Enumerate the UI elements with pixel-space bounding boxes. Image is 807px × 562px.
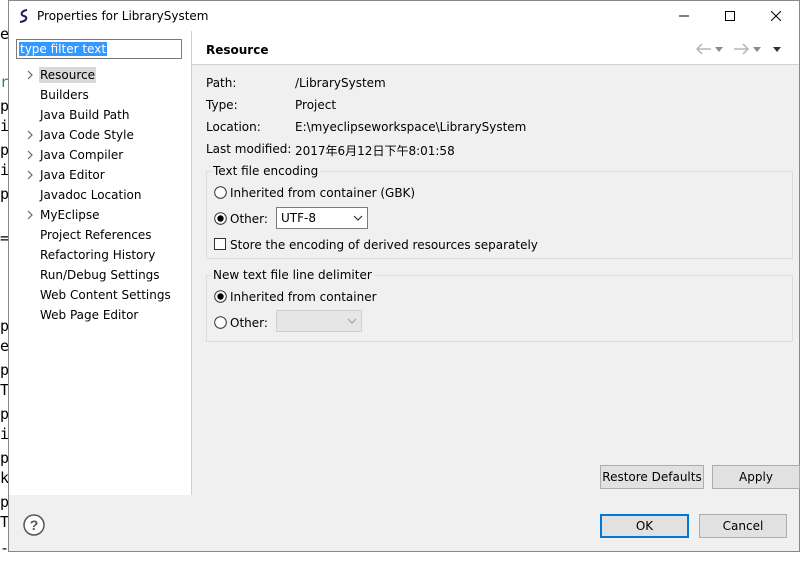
- text-file-encoding-title: Text file encoding: [211, 164, 321, 178]
- maximize-icon: [725, 11, 735, 21]
- forward-arrow-icon[interactable]: [733, 43, 749, 55]
- location-value: E:\myeclipseworkspace\LibrarySystem: [295, 120, 527, 134]
- app-logo-icon: [16, 8, 32, 24]
- close-button[interactable]: [753, 1, 799, 31]
- header-divider: [192, 64, 799, 65]
- filter-text: type filter text: [19, 42, 108, 56]
- minimize-icon: [679, 15, 689, 17]
- maximize-button[interactable]: [707, 1, 753, 31]
- cancel-button[interactable]: Cancel: [699, 514, 787, 538]
- tree-item-label: Java Editor: [40, 168, 105, 182]
- tree-item-label: Web Page Editor: [40, 308, 139, 322]
- type-value: Project: [295, 98, 337, 112]
- chevron-down-icon: [347, 318, 357, 324]
- minimize-button[interactable]: [661, 1, 707, 31]
- ok-button[interactable]: OK: [600, 514, 689, 538]
- back-menu-chevron-icon[interactable]: [714, 43, 724, 55]
- last-modified-label: Last modified:: [206, 142, 292, 156]
- tree-item[interactable]: Java Build Path: [9, 105, 191, 125]
- chevron-right-icon[interactable]: [25, 210, 35, 220]
- delimiter-other-radio[interactable]: [214, 316, 227, 329]
- path-value: /LibrarySystem: [295, 76, 386, 90]
- tree-item-label: Web Content Settings: [40, 288, 171, 302]
- path-label: Path:: [206, 76, 237, 90]
- delimiter-other-label[interactable]: Other:: [230, 316, 268, 330]
- screen: e r p i p i p = p e p Tp i p k p T - Properties for Libra…: [0, 0, 807, 562]
- tree-item-label: Resource: [39, 67, 97, 83]
- tree-item[interactable]: Java Code Style: [9, 125, 191, 145]
- tree-item-label: Java Code Style: [40, 128, 134, 142]
- window-title: Properties for LibrarySystem: [37, 9, 209, 23]
- tree-item[interactable]: Javadoc Location: [9, 185, 191, 205]
- chevron-right-icon[interactable]: [25, 70, 35, 80]
- delimiter-combo: [276, 310, 362, 332]
- tree-item[interactable]: Resource: [9, 65, 191, 85]
- title-bar: Properties for LibrarySystem: [9, 1, 799, 31]
- apply-button[interactable]: Apply: [712, 465, 800, 489]
- store-encoding-checkbox[interactable]: [214, 238, 226, 250]
- tree-item[interactable]: Java Compiler: [9, 145, 191, 165]
- tree-item[interactable]: MyEclipse: [9, 205, 191, 225]
- help-icon[interactable]: ?: [23, 514, 45, 536]
- page-title: Resource: [206, 43, 269, 57]
- chevron-right-icon[interactable]: [25, 170, 35, 180]
- tree-item-label: MyEclipse: [40, 208, 100, 222]
- tree-item-label: Builders: [40, 88, 89, 102]
- chevron-right-icon[interactable]: [25, 130, 35, 140]
- tree-item[interactable]: Refactoring History: [9, 245, 191, 265]
- page-header: Resource: [192, 31, 799, 64]
- chevron-down-icon: [353, 215, 363, 221]
- tree-item-label: Javadoc Location: [40, 188, 142, 202]
- back-arrow-icon[interactable]: [696, 43, 712, 55]
- tree-item[interactable]: Project References: [9, 225, 191, 245]
- tree-item[interactable]: Web Content Settings: [9, 285, 191, 305]
- content-pane: Resource Path: /LibrarySystem Type: Proj…: [192, 31, 800, 495]
- svg-text:?: ?: [30, 517, 39, 533]
- tree-item-label: Java Build Path: [40, 108, 130, 122]
- tree-item-label: Refactoring History: [40, 248, 156, 262]
- delimiter-inherited-radio[interactable]: [214, 290, 227, 303]
- properties-dialog: Properties for LibrarySystem type filter…: [8, 0, 800, 552]
- tree-item[interactable]: Web Page Editor: [9, 305, 191, 325]
- tree-item-label: Project References: [40, 228, 152, 242]
- encoding-other-label[interactable]: Other:: [230, 212, 268, 226]
- encoding-combo[interactable]: UTF-8: [276, 207, 368, 229]
- close-icon: [771, 11, 781, 21]
- dialog-footer: ? OK Cancel: [9, 495, 799, 551]
- tree-item[interactable]: Builders: [9, 85, 191, 105]
- chevron-right-icon[interactable]: [25, 150, 35, 160]
- encoding-inherited-label[interactable]: Inherited from container (GBK): [230, 186, 415, 200]
- line-delimiter-title: New text file line delimiter: [211, 268, 374, 282]
- type-label: Type:: [206, 98, 238, 112]
- tree-item-label: Java Compiler: [40, 148, 124, 162]
- tree-item-label: Run/Debug Settings: [40, 268, 160, 282]
- store-encoding-label[interactable]: Store the encoding of derived resources …: [230, 238, 538, 252]
- filter-input[interactable]: type filter text: [16, 39, 182, 59]
- restore-defaults-button[interactable]: Restore Defaults: [600, 465, 704, 489]
- location-label: Location:: [206, 120, 261, 134]
- encoding-inherited-radio[interactable]: [214, 186, 227, 199]
- delimiter-inherited-label[interactable]: Inherited from container: [230, 290, 377, 304]
- tree-item[interactable]: Run/Debug Settings: [9, 265, 191, 285]
- view-menu-icon[interactable]: [772, 43, 782, 55]
- encoding-other-radio[interactable]: [214, 212, 227, 225]
- navigation-pane: type filter text Resource Builders Java Bu…: [9, 31, 192, 495]
- tree-item[interactable]: Java Editor: [9, 165, 191, 185]
- last-modified-value: 2017年6月12日下午8:01:58: [295, 144, 455, 158]
- encoding-combo-value: UTF-8: [281, 211, 316, 225]
- forward-menu-chevron-icon[interactable]: [752, 43, 762, 55]
